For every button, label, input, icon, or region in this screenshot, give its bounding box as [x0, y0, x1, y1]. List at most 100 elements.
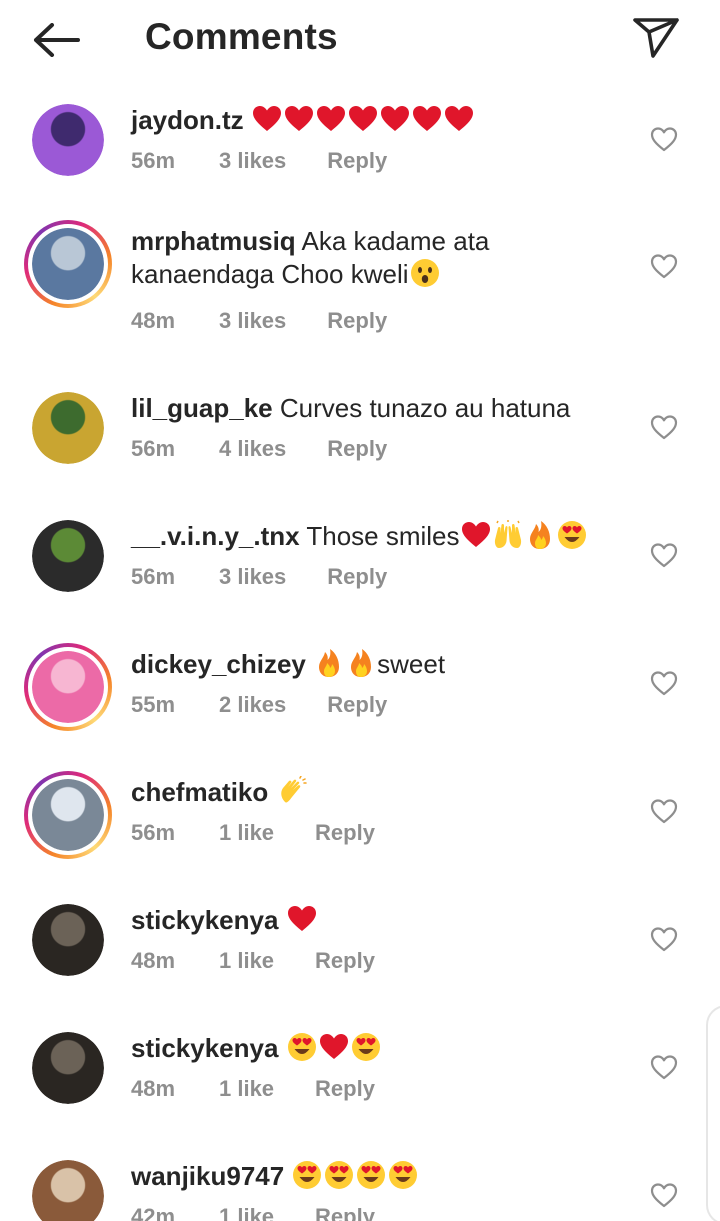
avatar-image: [32, 779, 104, 851]
red-heart-emoji-icon: [252, 106, 281, 131]
comment-text: stickykenya: [131, 1032, 631, 1065]
astonished-face-emoji-icon: [410, 259, 439, 287]
avatar[interactable]: [32, 392, 104, 464]
comment-username[interactable]: wanjiku9747: [131, 1161, 284, 1191]
heart-eyes-emoji-icon: [557, 521, 586, 549]
avatar[interactable]: [32, 104, 104, 176]
comment-text: stickykenya: [131, 904, 631, 937]
comment-time: 56m: [131, 148, 176, 173]
like-heart-icon[interactable]: [650, 542, 678, 568]
comment-body: Those smiles: [306, 521, 460, 551]
raising-hands-emoji-icon: [494, 520, 521, 548]
heart-eyes-emoji-icon: [389, 1161, 418, 1189]
comment-username[interactable]: mrphatmusiq: [131, 226, 296, 256]
red-heart-emoji-icon: [316, 106, 345, 131]
reply-button[interactable]: Reply: [327, 564, 387, 590]
heart-eyes-emoji-icon: [287, 1033, 316, 1061]
like-heart-icon[interactable]: [650, 670, 678, 696]
comment-meta: 56m 4 likes Reply: [131, 436, 387, 462]
comment-likes[interactable]: 1 like: [219, 820, 274, 846]
like-heart-icon[interactable]: [650, 926, 678, 952]
like-heart-icon[interactable]: [650, 414, 678, 440]
comment-username[interactable]: dickey_chizey: [131, 649, 306, 679]
comment-likes[interactable]: 1 like: [219, 948, 274, 974]
red-heart-emoji-icon: [461, 522, 490, 547]
avatar-image: [32, 1160, 104, 1221]
comment-username[interactable]: stickykenya: [131, 1033, 278, 1063]
reply-button[interactable]: Reply: [315, 1076, 375, 1102]
heart-eyes-emoji-icon: [351, 1033, 380, 1061]
comment-meta: 48m 3 likes Reply: [131, 308, 387, 334]
back-button[interactable]: [28, 18, 84, 62]
reply-button[interactable]: Reply: [315, 820, 375, 846]
header-bar: Comments: [0, 0, 720, 80]
share-button[interactable]: [628, 10, 684, 66]
like-heart-icon[interactable]: [650, 798, 678, 824]
like-heart-icon[interactable]: [650, 1054, 678, 1080]
avatar-image: [32, 651, 104, 723]
avatar[interactable]: [32, 1032, 104, 1104]
red-heart-emoji-icon: [348, 106, 377, 131]
comment-meta: 56m 3 likes Reply: [131, 148, 387, 174]
comment-likes[interactable]: 1 like: [219, 1204, 274, 1221]
comment-text: chefmatiko: [131, 776, 631, 809]
comment-username[interactable]: __.v.i.n.y_.tnx: [131, 521, 300, 551]
comment-username[interactable]: chefmatiko: [131, 777, 268, 807]
red-heart-emoji-icon: [319, 1034, 348, 1059]
comment-text: wanjiku9747: [131, 1160, 631, 1193]
reply-button[interactable]: Reply: [327, 692, 387, 718]
reply-button[interactable]: Reply: [327, 436, 387, 462]
reply-button[interactable]: Reply: [327, 308, 387, 334]
comment-text: mrphatmusiq Aka kadame ata kanaendaga Ch…: [131, 225, 631, 291]
comment-likes[interactable]: 3 likes: [219, 148, 286, 174]
comment-text: jaydon.tz: [131, 104, 631, 137]
reply-button[interactable]: Reply: [327, 148, 387, 174]
comment-body: Curves tunazo au hatuna: [279, 393, 571, 423]
reply-button[interactable]: Reply: [315, 948, 375, 974]
comment-meta: 56m 1 like Reply: [131, 820, 375, 846]
avatar[interactable]: [24, 643, 112, 731]
clapping-hands-emoji-icon: [280, 776, 307, 803]
heart-eyes-emoji-icon: [325, 1161, 354, 1189]
comment-meta: 55m 2 likes Reply: [131, 692, 387, 718]
avatar[interactable]: [24, 771, 112, 859]
comment-meta: 56m 3 likes Reply: [131, 564, 387, 590]
heart-eyes-emoji-icon: [293, 1161, 322, 1189]
red-heart-emoji-icon: [287, 906, 316, 931]
avatar[interactable]: [32, 520, 104, 592]
comment-body: sweet: [377, 649, 446, 679]
comment-likes[interactable]: 2 likes: [219, 692, 286, 718]
avatar[interactable]: [32, 904, 104, 976]
like-heart-icon[interactable]: [650, 253, 678, 279]
comment-meta: 48m 1 like Reply: [131, 948, 375, 974]
comment-meta: 48m 1 like Reply: [131, 1076, 375, 1102]
reply-button[interactable]: Reply: [315, 1204, 375, 1221]
comment-time: 55m: [131, 692, 176, 717]
comment-time: 48m: [131, 948, 176, 973]
paper-plane-icon: [633, 18, 679, 58]
comment-text: __.v.i.n.y_.tnx Those smiles: [131, 520, 631, 553]
avatar[interactable]: [32, 1160, 104, 1221]
like-heart-icon[interactable]: [650, 126, 678, 152]
comment-username[interactable]: lil_guap_ke: [131, 393, 273, 423]
scroll-edge[interactable]: [706, 1005, 720, 1221]
avatar[interactable]: [24, 220, 112, 308]
like-heart-icon[interactable]: [650, 1182, 678, 1208]
avatar-image: [32, 104, 104, 176]
comment-likes[interactable]: 4 likes: [219, 436, 286, 462]
comment-likes[interactable]: 3 likes: [219, 308, 286, 334]
fire-emoji-icon: [319, 649, 340, 677]
comment-likes[interactable]: 3 likes: [219, 564, 286, 590]
comment-time: 56m: [131, 436, 176, 461]
comment-username[interactable]: jaydon.tz: [131, 105, 244, 135]
avatar-image: [32, 228, 104, 300]
comment-time: 48m: [131, 308, 176, 333]
red-heart-emoji-icon: [412, 106, 441, 131]
comment-username[interactable]: stickykenya: [131, 905, 278, 935]
red-heart-emoji-icon: [284, 106, 313, 131]
comment-likes[interactable]: 1 like: [219, 1076, 274, 1102]
page-title: Comments: [145, 16, 338, 57]
comment-text: lil_guap_ke Curves tunazo au hatuna: [131, 392, 631, 425]
arrow-left-icon: [34, 23, 80, 57]
fire-emoji-icon: [351, 649, 372, 677]
